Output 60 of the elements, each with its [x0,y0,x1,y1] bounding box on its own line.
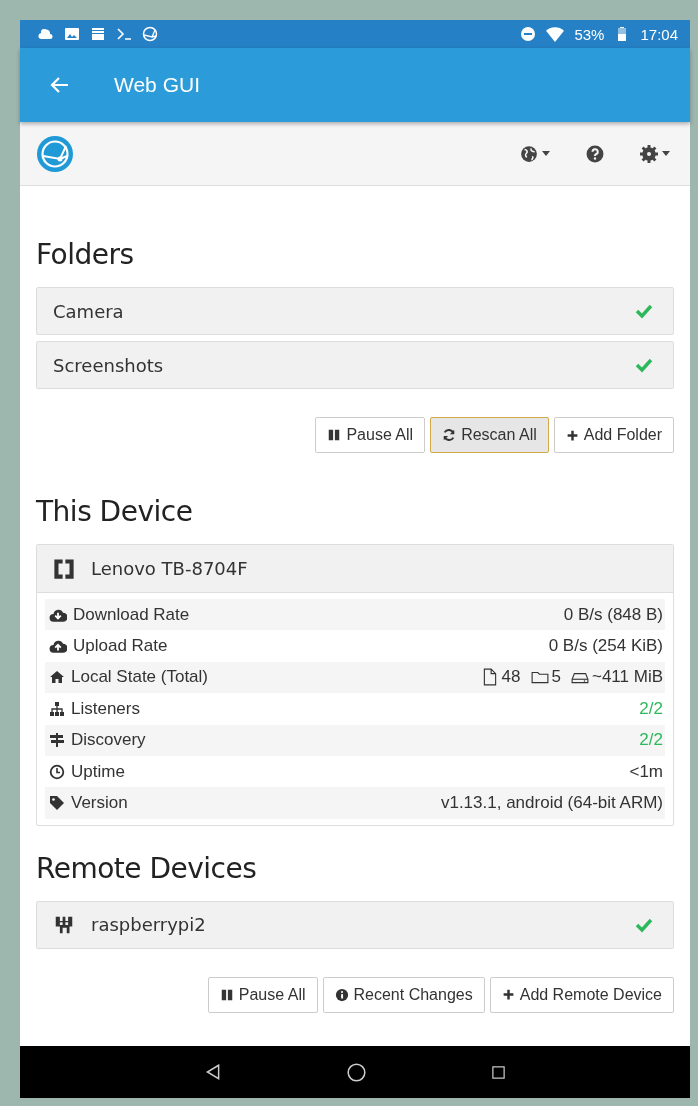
caret-icon [542,151,550,156]
refresh-icon [442,428,457,442]
clock-icon [49,763,65,780]
signpost-icon [49,732,65,749]
app-title: Web GUI [114,73,200,97]
action-button[interactable]: Rescan All [430,417,549,453]
stat-value: 2/2 [639,730,663,751]
info-icon [334,987,349,1002]
device-header[interactable]: Lenovo TB-8704F [37,545,673,593]
pixel-robot-icon [53,914,75,935]
stat-value: ~411 MiB [591,667,663,688]
help-icon [586,144,604,163]
stat-value: 0 B/s (254 KiB) [548,636,663,657]
folder-panel[interactable]: Camera [36,287,674,335]
action-button[interactable]: Recent Changes [322,976,485,1013]
stat-value: 0 B/s (848 B) [563,604,663,625]
section-heading: This Device [36,495,194,528]
action-button[interactable]: Pause All [315,417,426,453]
action-button[interactable]: Add Folder [553,417,674,453]
pause-icon [327,428,342,442]
caret-icon [662,151,670,156]
image-icon [64,26,80,42]
stat-value: <1m [629,761,663,782]
pause-icon [219,987,234,1002]
back-icon [204,1063,222,1081]
folder-panel[interactable]: Screenshots [36,341,674,389]
stat-label: Discovery [71,730,147,751]
sitemap-icon [49,700,65,717]
stat-value: 2/2 [639,698,663,719]
wifi-icon [546,25,565,43]
stat-label: Download Rate [73,604,191,625]
stat-label: Uptime [71,761,126,782]
gear-icon [640,144,658,163]
cloud-icon [38,26,54,42]
stat-label: Listeners [71,698,141,719]
plus-icon [501,988,515,1002]
globe-icon [520,144,538,163]
plus-icon [565,428,579,442]
action-button[interactable]: Pause All [207,976,318,1013]
do-not-disturb-icon [520,26,537,42]
logo-icon[interactable] [36,134,74,173]
terminal-icon [116,26,132,42]
sync-logo-icon [142,26,158,42]
stat-label: Upload Rate [73,636,169,657]
section-heading: Remote Devices [36,851,258,885]
recents-icon [491,1064,506,1080]
stat-label: Local State (Total) [71,667,209,688]
clock-time: 17:04 [640,25,678,43]
home-circle-icon [347,1062,366,1082]
qr-code-icon [53,557,75,580]
section-heading: Folders [36,238,135,271]
stat-value: 5 [551,667,561,688]
action-button[interactable]: Add Remote Device [489,976,674,1013]
tag-icon [49,795,65,812]
stat-label: Version [71,793,129,814]
stat-value: 48 [501,667,521,688]
stat-value: v1.13.1, android (64-bit ARM) [440,793,663,814]
home-icon [49,669,65,686]
battery-percent: 53% [574,25,605,43]
device-panel[interactable]: raspberrypi2 [36,900,674,949]
